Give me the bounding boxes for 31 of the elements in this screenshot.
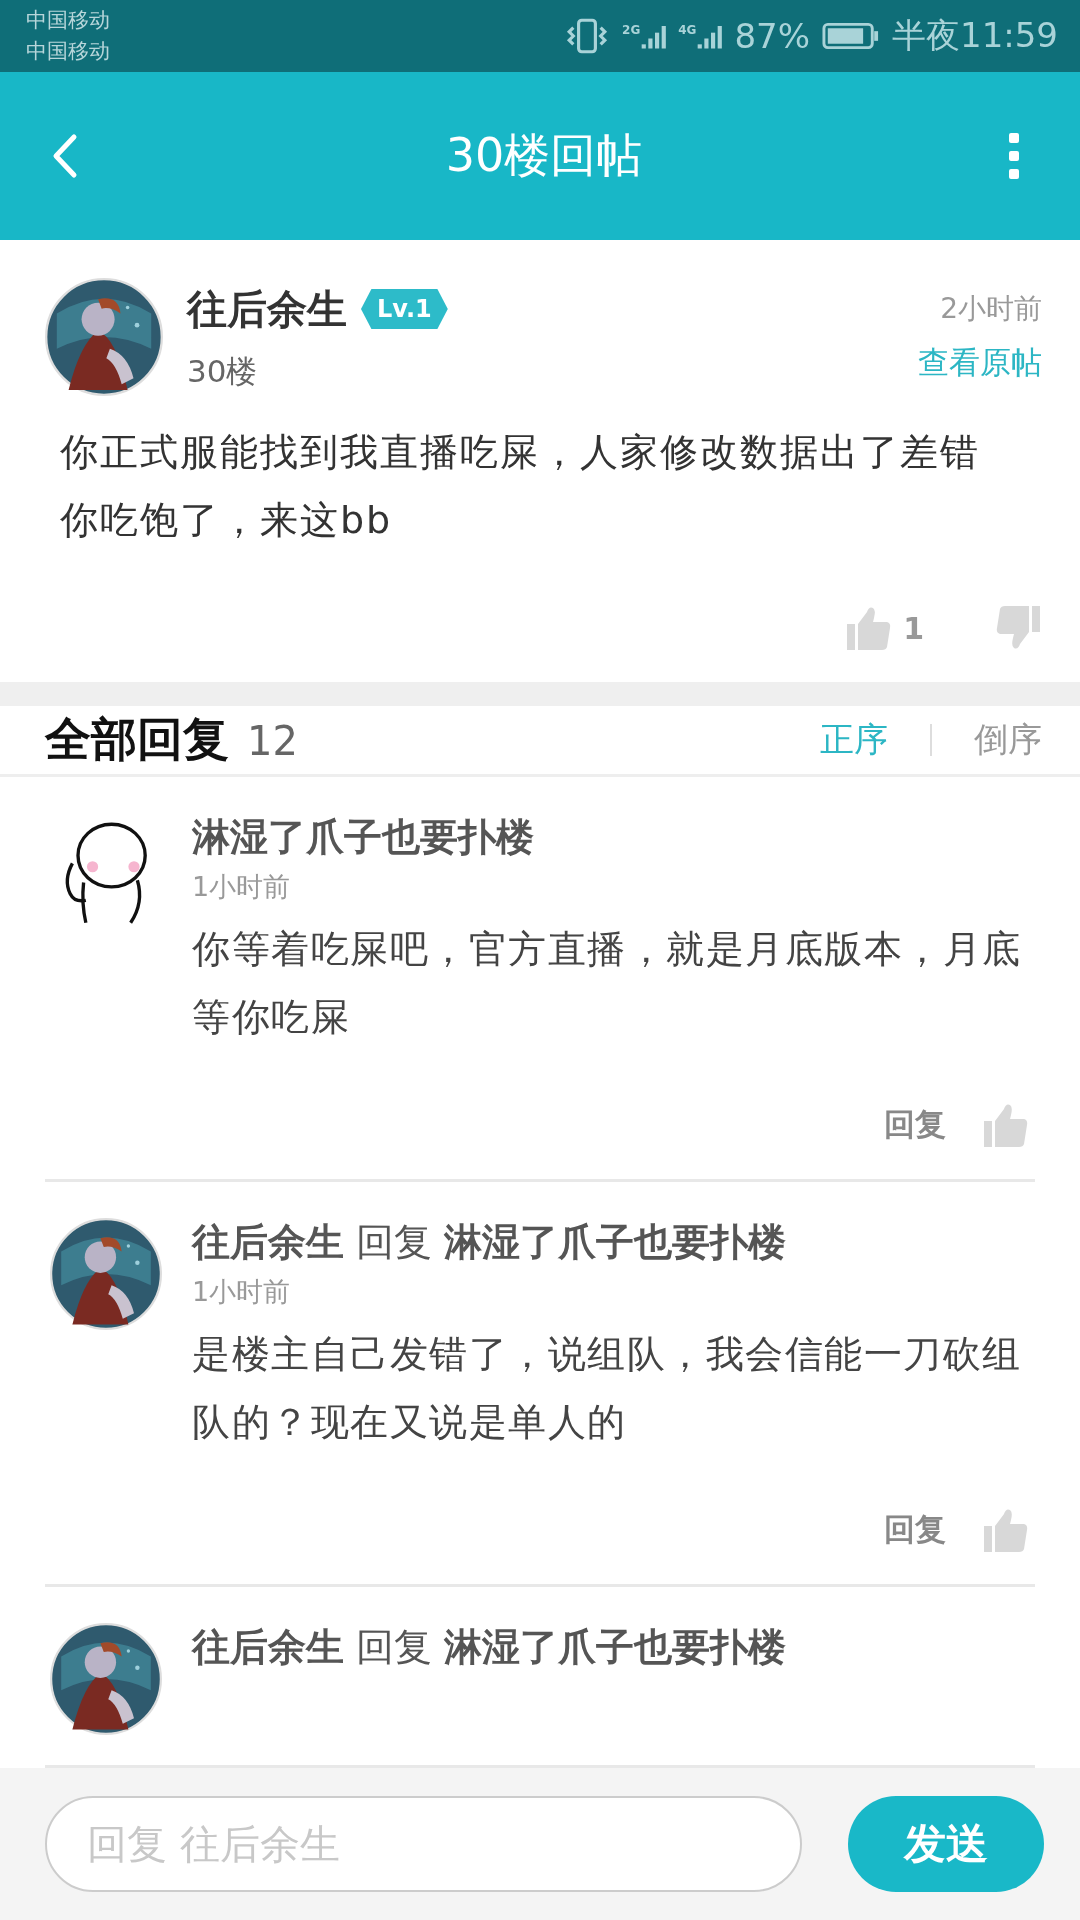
reply-text: 是楼主自己发错了，说组队，我会信能一刀砍组队的？现在又说是单人的	[192, 1331, 1023, 1446]
more-options-icon[interactable]	[1008, 131, 1020, 181]
like-count: 1	[903, 610, 924, 646]
reply-button[interactable]: 回复	[884, 1104, 946, 1146]
vibrate-icon	[566, 17, 609, 55]
reply-author-line: 往后余生 回复 淋湿了爪子也要扑楼	[192, 1219, 788, 1266]
view-original-link[interactable]: 查看原帖	[918, 342, 1042, 384]
reply-text: 你等着吃屎吧，官方直播，就是月底版本，月底等你吃屎	[192, 926, 1023, 1041]
network-type-label: 4G	[678, 23, 697, 37]
reply-author-line: 淋湿了爪子也要扑楼	[192, 814, 535, 861]
reply-count: 12	[247, 718, 298, 764]
carrier-name: 中国移动	[26, 7, 110, 34]
floor-number: 30楼	[187, 351, 259, 391]
reply-time: 1小时前	[192, 1275, 292, 1309]
post-time: 2小时前	[940, 291, 1042, 327]
section-title: 全部回复	[45, 711, 229, 768]
battery-icon	[822, 21, 880, 51]
sort-option[interactable]: 倒序	[974, 717, 1042, 763]
level-badge: Lv.1	[361, 289, 448, 329]
reply-time: 1小时前	[192, 870, 292, 904]
sort-option[interactable]: 正序	[820, 717, 888, 763]
post-text: 你正式服能找到我直播吃屎，人家修改数据出了差错你吃饱了，来这bb	[60, 429, 981, 544]
battery-percentage: 87%	[734, 16, 810, 56]
reply-author-line: 往后余生 回复 淋湿了爪子也要扑楼	[192, 1624, 788, 1671]
clock-time: 半夜11:59	[892, 14, 1058, 57]
page-title: 30楼回帖	[445, 127, 643, 184]
reply-button[interactable]: 回复	[884, 1509, 946, 1551]
author-name[interactable]: 往后余生	[187, 281, 347, 337]
carrier-name: 中国移动	[26, 38, 110, 65]
network-type-label: 2G	[622, 23, 641, 37]
send-button[interactable]: 发送	[848, 1796, 1044, 1892]
